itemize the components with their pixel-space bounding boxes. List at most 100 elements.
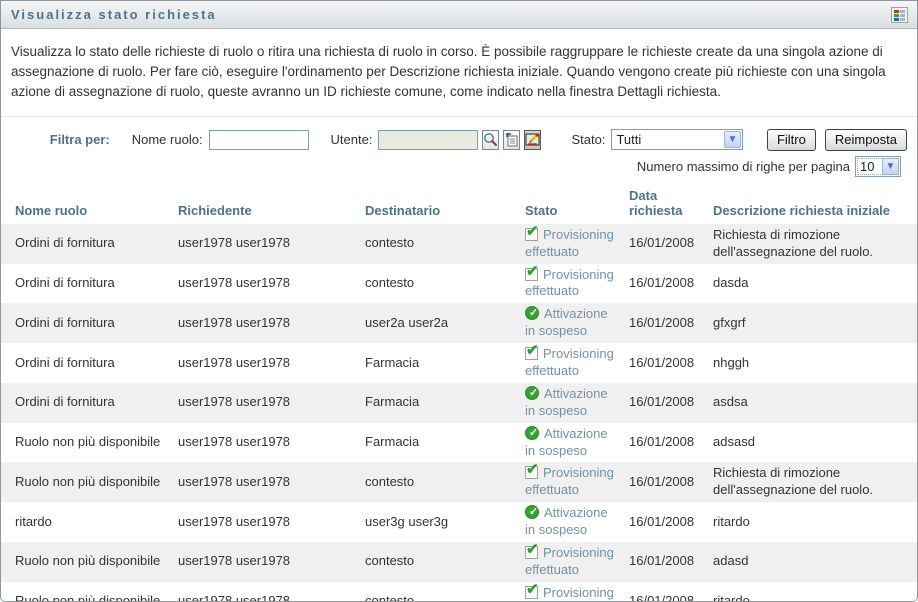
request-status-table: Nome ruolo Richiedente Destinatario Stat… [1,187,917,602]
cell-role: Ordini di fornitura [1,303,178,343]
rows-per-page-label: Numero massimo di righe per pagina [637,159,850,174]
grid-cell-blue [894,18,899,21]
role-name-input[interactable] [209,130,309,150]
cell-requester: user1978 user1978 [178,542,365,582]
cell-date: 16/01/2008 [629,383,713,423]
portlet-description: Visualizza lo stato delle richieste di r… [1,29,917,117]
cell-requester: user1978 user1978 [178,264,365,304]
cell-role: Ordini di fornitura [1,343,178,383]
col-status: Stato [525,187,629,224]
rows-per-page-value: 10 [860,159,881,174]
cell-requester: user1978 user1978 [178,582,365,602]
cell-role: ritardo [1,502,178,542]
status-label: Stato: [571,132,605,147]
cell-requester: user1978 user1978 [178,502,365,542]
cell-date: 16/01/2008 [629,343,713,383]
cell-description: ritardo [713,502,917,542]
cell-recipient: user2a user2a [365,303,525,343]
cell-description: adsasd [713,423,917,463]
cell-date: 16/01/2008 [629,224,713,264]
cell-recipient: Farmacia [365,343,525,383]
table-row: Ordini di fornitura user1978 user1978 co… [1,224,917,264]
grid-cell-red [894,10,899,13]
cell-status: Provisioning effettuato [525,264,629,304]
grid-cell-gray [900,10,905,13]
col-role: Nome ruolo [1,187,178,224]
cell-requester: user1978 user1978 [178,423,365,463]
user-input[interactable] [378,130,478,150]
cell-role: Ruolo non più disponibile [1,542,178,582]
table-row: Ruolo non più disponibile user1978 user1… [1,542,917,582]
table-row: Ordini di fornitura user1978 user1978 us… [1,303,917,343]
cell-recipient: contesto [365,264,525,304]
cell-requester: user1978 user1978 [178,462,365,502]
col-requester: Richiedente [178,187,365,224]
cell-requester: user1978 user1978 [178,343,365,383]
search-icon[interactable] [482,130,499,150]
status-icon [525,347,538,360]
cell-date: 16/01/2008 [629,462,713,502]
cell-role: Ruolo non più disponibile [1,423,178,463]
status-icon [525,426,539,440]
status-select[interactable]: Tutti ▼ [611,129,743,150]
cell-date: 16/01/2008 [629,542,713,582]
cell-date: 16/01/2008 [629,582,713,602]
cell-description: Richiesta di rimozione dell'assegnazione… [713,224,917,264]
grid-cell-green [894,14,899,17]
status-select-value: Tutti [616,132,723,147]
reset-button[interactable]: Reimposta [825,129,907,151]
cell-description: gfxgrf [713,303,917,343]
table-row: Ruolo non più disponibile user1978 user1… [1,582,917,602]
page-title: Visualizza stato richiesta [11,7,217,22]
filter-button[interactable]: Filtro [767,129,816,151]
cell-recipient: contesto [365,542,525,582]
cell-status: Provisioning effettuato [525,582,629,602]
cell-status: Attivazione in sospeso [525,502,629,542]
cell-status: Provisioning effettuato [525,343,629,383]
cell-recipient: contesto [365,582,525,602]
cell-role: Ordini di fornitura [1,224,178,264]
role-name-label: Nome ruolo: [132,132,203,147]
status-icon [525,228,538,241]
cell-description: nhggh [713,343,917,383]
cell-requester: user1978 user1978 [178,383,365,423]
cell-status: Attivazione in sospeso [525,303,629,343]
cell-date: 16/01/2008 [629,423,713,463]
table-row: Ruolo non più disponibile user1978 user1… [1,423,917,463]
cell-date: 16/01/2008 [629,303,713,343]
cell-status: Attivazione in sospeso [525,383,629,423]
chevron-down-icon: ▼ [882,158,899,175]
cell-status: Provisioning effettuato [525,462,629,502]
clear-edit-icon[interactable] [524,130,541,150]
portlet-options-grid-icon[interactable] [891,7,908,23]
object-history-icon[interactable] [503,130,520,150]
chevron-down-icon: ▼ [724,131,741,148]
cell-role: Ordini di fornitura [1,264,178,304]
cell-recipient: contesto [365,224,525,264]
filter-by-label: Filtra per: [11,132,110,147]
table-row: Ordini di fornitura user1978 user1978 Fa… [1,343,917,383]
table-row: Ordini di fornitura user1978 user1978 Fa… [1,383,917,423]
status-icon [525,306,539,320]
cell-role: Ruolo non più disponibile [1,462,178,502]
cell-recipient: user3g user3g [365,502,525,542]
table-row: Ordini di fornitura user1978 user1978 co… [1,264,917,304]
cell-date: 16/01/2008 [629,502,713,542]
cell-role: Ruolo non più disponibile [1,582,178,602]
cell-requester: user1978 user1978 [178,224,365,264]
status-icon [525,505,539,519]
status-icon [525,546,538,559]
user-label: Utente: [331,132,373,147]
table-header-row: Nome ruolo Richiedente Destinatario Stat… [1,187,917,224]
cell-description: asdsa [713,383,917,423]
status-icon [525,268,538,281]
view-request-status-portlet: Visualizza stato richiesta Visualizza lo… [0,0,918,602]
rows-per-page-select[interactable]: 10 ▼ [855,156,901,177]
status-icon [525,386,539,400]
col-date: Data richiesta [629,187,713,224]
cell-description: dasda [713,264,917,304]
cell-role: Ordini di fornitura [1,383,178,423]
cell-status: Provisioning effettuato [525,542,629,582]
cell-recipient: Farmacia [365,383,525,423]
filter-bar: Filtra per: Nome ruolo: Utente: [1,117,917,179]
